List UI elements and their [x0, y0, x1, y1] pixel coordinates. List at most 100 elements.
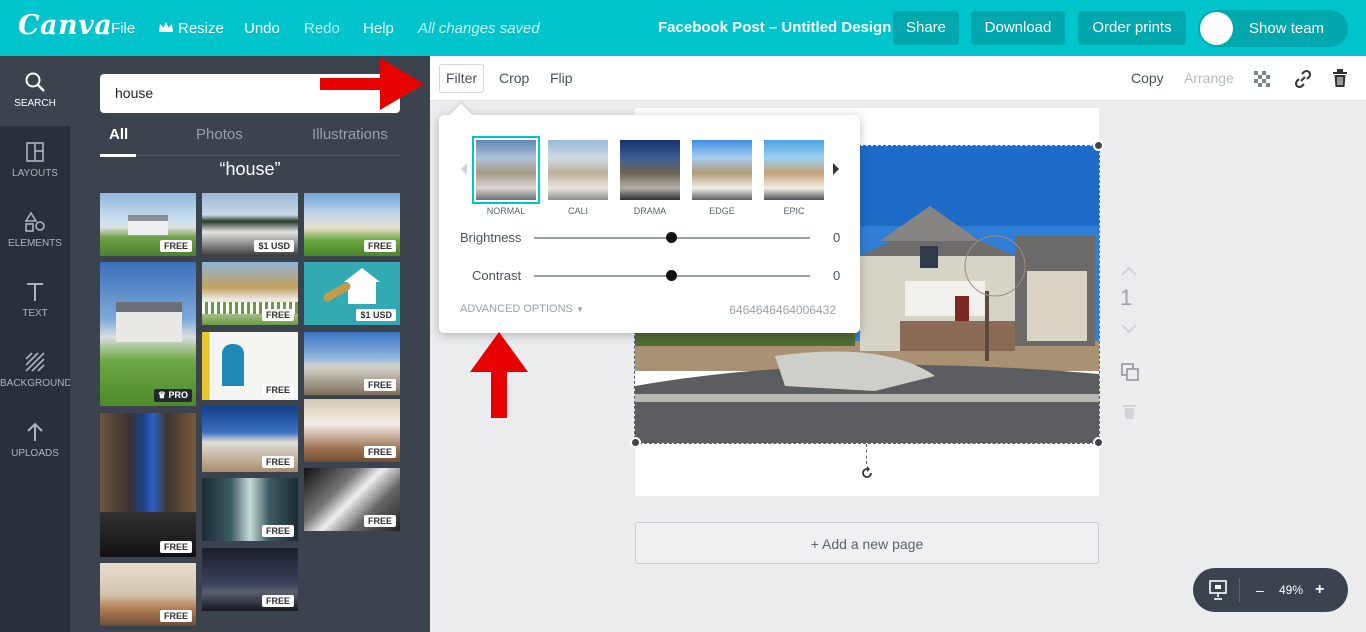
undo-button[interactable]: Undo: [244, 0, 280, 56]
filter-next-icon[interactable]: [832, 163, 840, 175]
filter-button[interactable]: Filter: [439, 64, 485, 93]
resize-handle[interactable]: [630, 437, 641, 448]
share-button[interactable]: Share: [893, 11, 959, 45]
add-page-button[interactable]: + Add a new page: [635, 522, 1099, 564]
search-results-heading: “house”: [219, 159, 281, 179]
free-badge: FREE: [363, 379, 396, 391]
nav-background-label: BACKGROUND: [0, 378, 72, 389]
nav-elements[interactable]: ELEMENTS: [0, 196, 70, 266]
advanced-options-toggle[interactable]: ADVANCED OPTIONS ▼: [460, 303, 584, 315]
canva-logo[interactable]: Canva: [18, 10, 112, 41]
transparency-icon[interactable]: [1254, 71, 1270, 87]
filter-edge-thumbnail[interactable]: [692, 140, 752, 200]
duplicate-page-icon[interactable]: [1120, 362, 1140, 382]
crop-button[interactable]: Crop: [499, 56, 529, 101]
present-icon[interactable]: [1209, 580, 1227, 600]
document-title[interactable]: Facebook Post – Untitled Design: [658, 0, 891, 56]
tab-illustrations[interactable]: Illustrations: [312, 126, 388, 144]
resize-handle[interactable]: [1093, 140, 1104, 151]
tab-photos[interactable]: Photos: [196, 126, 243, 144]
zoom-level[interactable]: 49%: [1279, 568, 1303, 612]
result-thumbnail[interactable]: $1 USD: [304, 262, 400, 325]
filter-code[interactable]: 6464646464006432: [729, 303, 836, 317]
brightness-slider-thumb[interactable]: [666, 232, 677, 243]
copy-button[interactable]: Copy: [1131, 56, 1164, 101]
result-thumbnail[interactable]: FREE: [100, 563, 196, 626]
zoom-in-button[interactable]: +: [1315, 568, 1324, 612]
nav-elements-label: ELEMENTS: [8, 238, 62, 249]
zoom-control: – 49% +: [1193, 568, 1348, 612]
free-badge: FREE: [261, 456, 294, 468]
free-badge: FREE: [363, 446, 396, 458]
resize-handle[interactable]: [1093, 437, 1104, 448]
advanced-options-label: ADVANCED OPTIONS: [460, 303, 573, 315]
result-thumbnail[interactable]: ♛ PRO: [100, 262, 196, 406]
result-thumbnail[interactable]: FREE: [304, 468, 400, 531]
help-menu[interactable]: Help: [363, 0, 394, 56]
page-number: 1: [1120, 285, 1133, 310]
crown-icon: [159, 22, 173, 32]
resize-menu[interactable]: Resize: [158, 0, 224, 56]
result-thumbnail[interactable]: FREE: [304, 332, 400, 395]
nav-uploads-label: UPLOADS: [11, 448, 59, 459]
result-thumbnail[interactable]: FREE: [202, 548, 298, 611]
trash-icon[interactable]: [1332, 69, 1348, 88]
order-prints-button[interactable]: Order prints: [1078, 11, 1186, 45]
free-badge: FREE: [363, 515, 396, 527]
redo-button[interactable]: Redo: [304, 0, 340, 56]
move-page-down-icon[interactable]: [1120, 323, 1138, 335]
nav-layouts[interactable]: LAYOUTS: [0, 126, 70, 196]
nav-background[interactable]: BACKGROUND: [0, 336, 72, 406]
rotate-icon[interactable]: [859, 465, 875, 481]
free-badge: FREE: [261, 595, 294, 607]
filter-edge-label: EDGE: [709, 206, 735, 216]
contrast-slider-thumb[interactable]: [666, 270, 677, 281]
file-menu[interactable]: File: [111, 0, 135, 56]
delete-page-icon[interactable]: [1122, 403, 1137, 420]
result-thumbnail[interactable]: FREE: [202, 262, 298, 325]
zoom-out-button[interactable]: –: [1256, 568, 1264, 612]
free-badge: FREE: [261, 525, 294, 537]
nav-search[interactable]: SEARCH: [0, 56, 70, 126]
left-nav: SEARCH LAYOUTS ELEMENTS TEXT BACKGROUND …: [0, 56, 72, 632]
result-thumbnail[interactable]: FREE: [202, 406, 298, 472]
chevron-down-icon: ▼: [575, 305, 584, 314]
usd-badge: $1 USD: [356, 309, 396, 321]
result-thumbnail[interactable]: FREE: [304, 399, 400, 462]
editor-toolbar: Filter Crop Flip Copy Arrange: [430, 56, 1366, 101]
result-thumbnail[interactable]: FREE: [202, 478, 298, 541]
result-thumbnail[interactable]: FREE: [100, 413, 196, 557]
tab-all[interactable]: All: [109, 126, 128, 144]
result-thumbnail[interactable]: FREE: [202, 332, 298, 400]
arrange-button[interactable]: Arrange: [1184, 56, 1234, 101]
show-team-toggle[interactable]: Show team: [1198, 10, 1348, 47]
free-badge: FREE: [159, 541, 192, 553]
text-icon: [27, 283, 43, 301]
result-thumbnail[interactable]: FREE: [100, 193, 196, 256]
search-icon: [25, 72, 45, 92]
move-page-up-icon[interactable]: [1120, 265, 1138, 277]
filter-prev-icon[interactable]: [460, 163, 468, 175]
nav-layouts-label: LAYOUTS: [12, 168, 58, 179]
filter-normal-thumbnail[interactable]: [472, 136, 540, 204]
show-team-label: Show team: [1249, 20, 1325, 37]
result-thumbnail[interactable]: FREE: [304, 193, 400, 256]
free-badge: FREE: [261, 309, 294, 321]
filter-cali-thumbnail[interactable]: [548, 140, 608, 200]
link-icon[interactable]: [1293, 69, 1313, 89]
divider: [1239, 578, 1240, 602]
brightness-label: Brightness: [460, 230, 522, 245]
free-badge: FREE: [159, 240, 192, 252]
filter-drama-label: DRAMA: [633, 206, 667, 216]
nav-uploads[interactable]: UPLOADS: [0, 406, 70, 476]
upload-icon: [27, 422, 43, 441]
filter-epic-thumbnail[interactable]: [764, 140, 824, 200]
filter-drama-thumbnail[interactable]: [620, 140, 680, 200]
pro-label: PRO: [168, 390, 188, 400]
search-panel: house All Photos Illustrations “house” F…: [70, 56, 430, 632]
download-button[interactable]: Download: [971, 11, 1065, 45]
nav-text[interactable]: TEXT: [0, 266, 70, 336]
background-icon: [25, 352, 45, 372]
flip-button[interactable]: Flip: [550, 56, 573, 101]
result-thumbnail[interactable]: $1 USD: [202, 193, 298, 256]
